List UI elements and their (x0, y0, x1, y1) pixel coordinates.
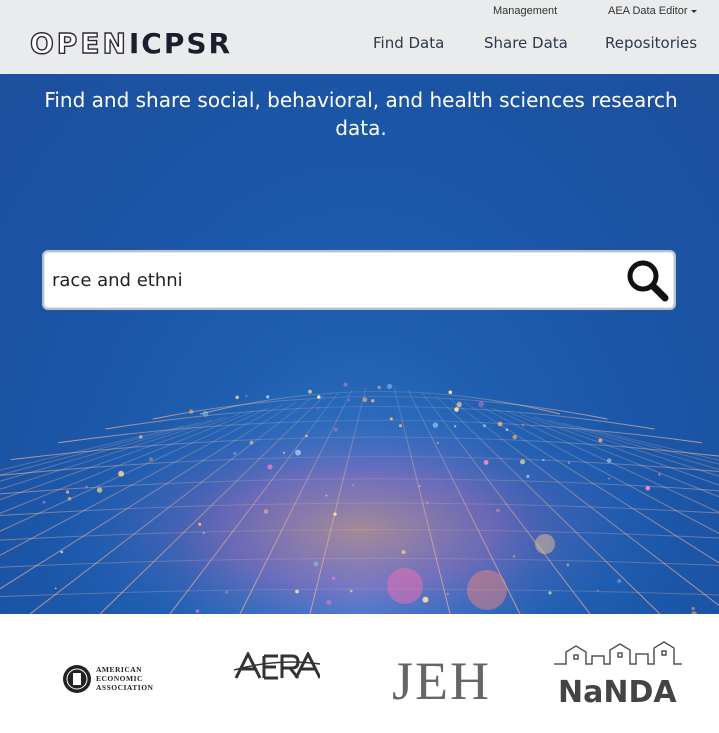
aea-logo-text: AMERICAN ECONOMIC ASSOCIATION (96, 665, 154, 692)
nanda-logo[interactable]: NaNDA (552, 638, 684, 708)
management-link[interactable]: Management (493, 5, 557, 17)
aea-data-editor-label: AEA Data Editor (608, 5, 688, 17)
nav-find-data[interactable]: Find Data (373, 34, 444, 52)
logo-icpsr-text: ICPSR (128, 27, 233, 60)
logo-open-text: OPEN (29, 27, 129, 60)
partner-logos: AMERICAN ECONOMIC ASSOCIATION JEH NaNDA (0, 614, 719, 733)
search-icon (627, 260, 669, 302)
search-button[interactable] (622, 255, 672, 305)
hero-banner: Find and share social, behavioral, and h… (0, 74, 719, 614)
aea-seal-icon (63, 665, 91, 693)
hero-tagline: Find and share social, behavioral, and h… (44, 88, 678, 140)
nav-repositories[interactable]: Repositories (605, 34, 697, 52)
jeh-logo[interactable]: JEH (392, 651, 491, 711)
aea-data-editor-dropdown[interactable]: AEA Data Editor (608, 5, 697, 17)
aea-logo[interactable]: AMERICAN ECONOMIC ASSOCIATION (62, 664, 153, 698)
openicpsr-logo[interactable]: OPENICPSR (29, 27, 233, 60)
search-box (42, 250, 676, 310)
search-input[interactable] (50, 260, 614, 300)
data-grid-background (0, 314, 719, 614)
top-header: OPENICPSR Management AEA Data Editor Fin… (0, 0, 719, 75)
nanda-logo-text: NaNDA (558, 675, 677, 708)
caret-down-icon (690, 9, 697, 13)
aera-logo[interactable] (234, 652, 320, 680)
nav-share-data[interactable]: Share Data (484, 34, 568, 52)
